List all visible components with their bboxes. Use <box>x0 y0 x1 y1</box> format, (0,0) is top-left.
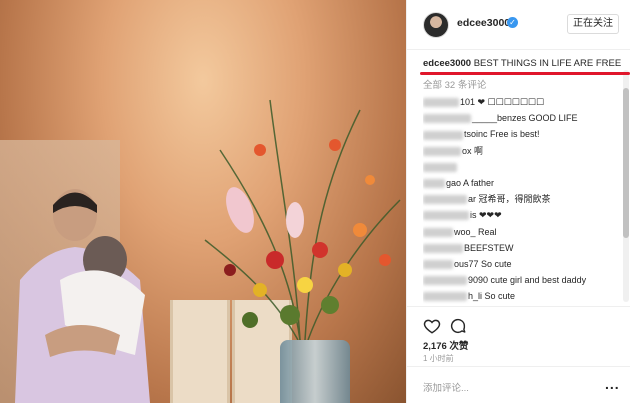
comment-text: is ❤❤❤ <box>470 210 502 221</box>
comment-text: tsoinc Free is best! <box>464 129 540 140</box>
post-actions: 2,176 次赞 1 小时前 <box>407 306 630 366</box>
blurred-username <box>423 276 467 286</box>
comment-item: _____benzes GOOD LIFE <box>423 110 623 126</box>
add-comment-bar: 添加评论... ... <box>407 366 630 403</box>
comment-item <box>423 159 623 175</box>
comment-item: ous77 So cute <box>423 256 623 272</box>
comment-icon[interactable] <box>449 317 467 335</box>
comment-text: woo_ Real <box>454 226 497 237</box>
flower-arrangement <box>204 99 401 341</box>
comment-item: 9090 cute girl and best daddy <box>423 272 623 288</box>
heart-icon[interactable] <box>423 317 441 335</box>
comment-text: h_li So cute <box>468 291 516 302</box>
more-options-icon[interactable]: ... <box>605 376 620 392</box>
post-timestamp: 1 小时前 <box>423 354 454 363</box>
post-header: edcee3000 ✓ 正在关注 <box>407 0 630 50</box>
post-photo <box>0 0 406 403</box>
comment-text: 9090 cute girl and best daddy <box>468 275 587 286</box>
comment-text: 101 ❤ ☐☐☐☐☐☐☐ <box>460 97 545 107</box>
comment-item: gao A father <box>423 175 623 191</box>
comment-item: tsoinc Free is best! <box>423 126 623 142</box>
post-caption: edcee3000 BEST THINGS IN LIFE ARE FREE <box>423 58 621 69</box>
comment-item: is ❤❤❤ <box>423 207 623 223</box>
blurred-username <box>423 98 459 108</box>
blurred-username <box>423 243 463 253</box>
comment-text: ar 冠希哥，得閒飲茶 <box>468 194 551 205</box>
comment-item: 101 ❤ ☐☐☐☐☐☐☐ <box>423 94 623 110</box>
comment-text: ox 啊 <box>462 145 484 156</box>
likes-count[interactable]: 2,176 次赞 <box>423 338 468 352</box>
comment-item: ox 啊 <box>423 143 623 159</box>
blurred-username <box>423 195 467 205</box>
blurred-username <box>423 146 461 156</box>
person-holding-baby <box>15 189 150 403</box>
comment-item: woo_ Real <box>423 224 623 240</box>
blurred-username <box>423 179 445 189</box>
blurred-username <box>423 292 467 302</box>
avatar[interactable] <box>423 12 449 38</box>
add-comment-input[interactable]: 添加评论... <box>423 380 469 394</box>
caption-username-link[interactable]: edcee3000 <box>423 58 471 69</box>
comment-text: _____benzes GOOD LIFE <box>472 113 578 124</box>
comment-item: h_li So cute <box>423 288 623 304</box>
blurred-username <box>423 227 453 237</box>
comment-list: 101 ❤ ☐☐☐☐☐☐☐ _____benzes GOOD LIFE tsoi… <box>423 94 623 304</box>
blurred-username <box>423 211 469 221</box>
post-details-panel: edcee3000 ✓ 正在关注 edcee3000 BEST THINGS I… <box>406 0 630 403</box>
comment-text: gao A father <box>446 177 495 188</box>
scrollbar-thumb[interactable] <box>623 88 629 238</box>
blurred-username <box>423 260 453 269</box>
username-link[interactable]: edcee3000 <box>457 17 510 29</box>
blurred-username <box>423 162 457 172</box>
view-all-comments-link[interactable]: 全部 32 条评论 <box>423 77 486 91</box>
caption-text: BEST THINGS IN LIFE ARE FREE <box>473 58 622 69</box>
comments-scrollbar[interactable] <box>623 70 629 302</box>
comment-text: BEEFSTEW <box>464 242 514 253</box>
blurred-username <box>423 114 471 124</box>
caption-underline-annotation <box>420 72 630 75</box>
blurred-username <box>423 130 463 140</box>
verified-badge-icon: ✓ <box>507 17 518 28</box>
vase <box>280 340 350 403</box>
comment-item: BEEFSTEW <box>423 240 623 256</box>
comment-item: ar 冠希哥，得閒飲茶 <box>423 191 623 207</box>
comment-text: ous77 So cute <box>454 258 512 269</box>
following-button[interactable]: 正在关注 <box>567 14 619 34</box>
